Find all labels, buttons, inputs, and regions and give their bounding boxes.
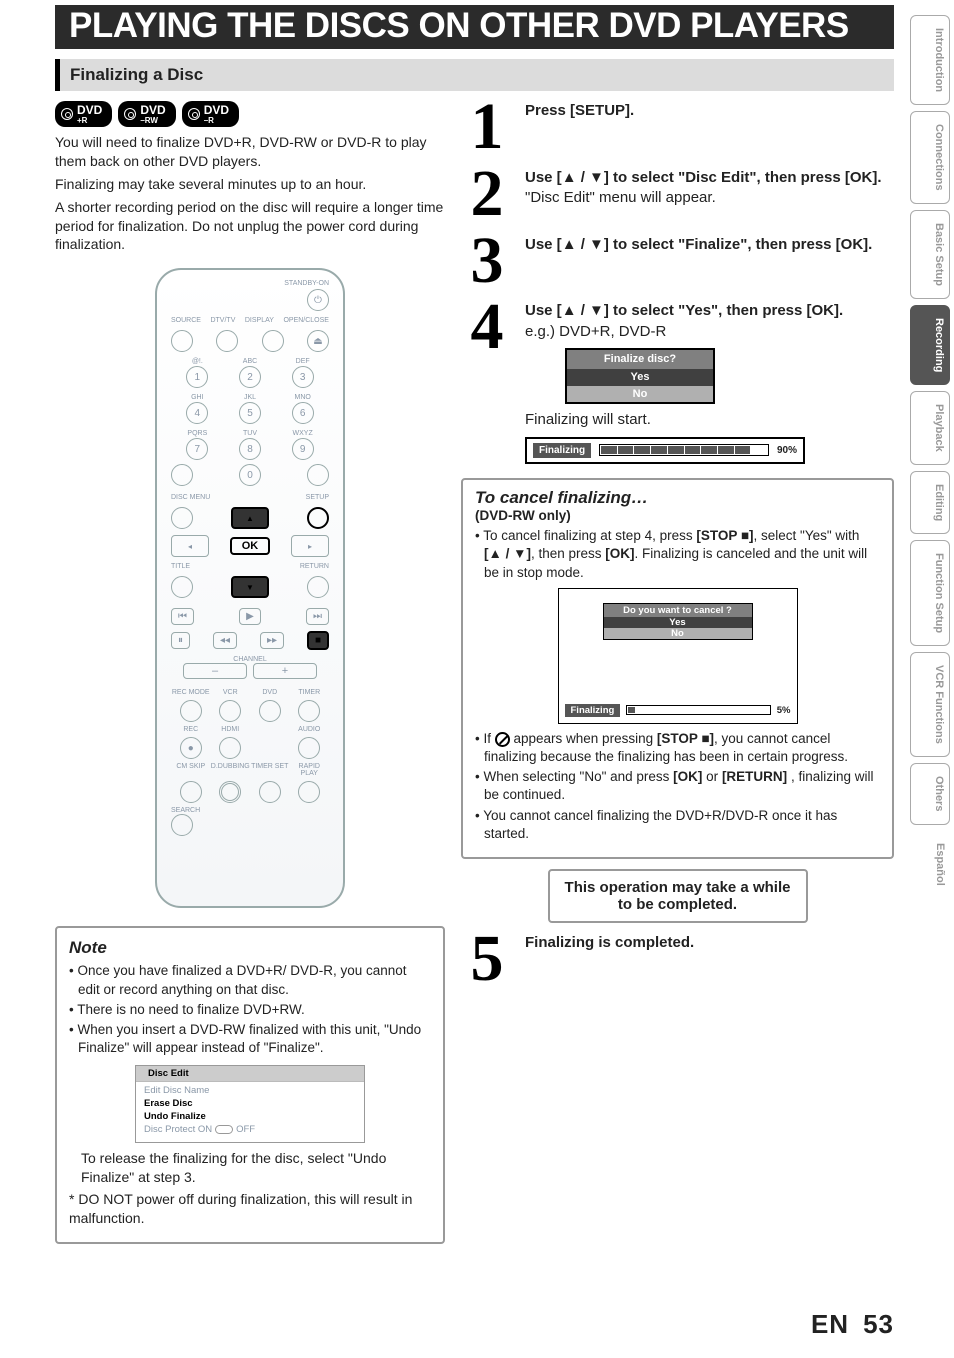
prev-icon: ⏮ <box>171 608 194 625</box>
intro-text-3: A shorter recording period on the disc w… <box>55 198 445 255</box>
step-number: 1 <box>461 101 513 154</box>
note-box: Note Once you have finalized a DVD+R/ DV… <box>55 926 445 1244</box>
finalize-dialog: Finalize disc? Yes No <box>565 348 715 405</box>
tab-vcr-functions[interactable]: VCR Functions <box>910 652 950 757</box>
remote-control-graphic: STANDBY-ON ⏻ SOURCE DTV/TV DISPLAY OPEN/… <box>155 268 345 908</box>
record-icon: ● <box>180 737 202 759</box>
eject-icon: ⏏ <box>307 330 329 352</box>
cancel-title: To cancel finalizing… <box>475 488 880 508</box>
step-5: 5 Finalizing is completed. <box>461 933 894 986</box>
note-after-2: * DO NOT power off during finalization, … <box>69 1190 431 1228</box>
step-number: 2 <box>461 168 513 221</box>
next-icon: ⏭ <box>306 608 329 625</box>
cancel-dialog: Do you want to cancel ? Yes No Finalizin… <box>558 588 798 724</box>
note-after-1: To release the finalizing for the disc, … <box>69 1149 431 1187</box>
disc-badge-minus-rw: DVD–RW <box>118 101 175 127</box>
disc-icon <box>188 108 200 120</box>
disc-icon <box>61 108 73 120</box>
intro-text-1: You will need to finalize DVD+R, DVD-RW … <box>55 133 445 171</box>
step-1: 1 Press [SETUP]. <box>461 101 894 154</box>
step-4: 4 Use [▲ / ▼] to select "Yes", then pres… <box>461 301 894 464</box>
disc-icon <box>124 108 136 120</box>
setup-button <box>307 507 329 529</box>
disc-edit-panel: Disc Edit Edit Disc Name Erase Disc Undo… <box>135 1065 365 1142</box>
cancel-item: If appears when pressing [STOP ■], you c… <box>475 730 880 766</box>
tab-recording[interactable]: Recording <box>910 305 950 385</box>
step-number: 4 <box>461 301 513 464</box>
disc-badge-minus-r: DVD–R <box>182 101 239 127</box>
note-item: When you insert a DVD-RW finalized with … <box>69 1021 431 1057</box>
down-arrow-icon: ▼ <box>231 576 269 598</box>
cancel-subtitle: (DVD-RW only) <box>475 508 880 523</box>
footer-page: 53 <box>863 1309 894 1340</box>
cancel-item: When selecting "No" and press [OK] or [R… <box>475 768 880 804</box>
page-footer: EN 53 <box>811 1309 894 1340</box>
left-arrow-icon: ◂ <box>171 535 209 557</box>
cancel-item: To cancel finalizing at step 4, press [S… <box>475 527 880 582</box>
stop-icon: ■ <box>307 631 329 650</box>
up-arrow-icon: ▲ <box>231 507 269 529</box>
step-3: 3 Use [▲ / ▼] to select "Finalize", then… <box>461 235 894 288</box>
side-tabs: Introduction Connections Basic Setup Rec… <box>910 15 950 897</box>
tab-function-setup[interactable]: Function Setup <box>910 540 950 646</box>
rew-icon: ◂◂ <box>213 632 237 649</box>
tab-espanol[interactable]: Español <box>910 831 950 898</box>
play-icon: ▶ <box>239 608 261 625</box>
disc-badges: DVD+R DVD–RW DVD–R <box>55 101 445 127</box>
step-number: 5 <box>461 933 513 986</box>
ok-button: OK <box>230 537 271 555</box>
prohibited-icon <box>495 732 510 747</box>
page-title: PLAYING THE DISCS ON OTHER DVD PLAYERS <box>55 5 894 49</box>
ff-icon: ▸▸ <box>260 632 284 649</box>
note-title: Note <box>69 938 431 958</box>
section-header: Finalizing a Disc <box>55 59 894 91</box>
note-item: There is no need to finalize DVD+RW. <box>69 1001 431 1019</box>
cancel-box: To cancel finalizing… (DVD-RW only) To c… <box>461 478 894 859</box>
right-arrow-icon: ▸ <box>291 535 329 557</box>
standby-label: STANDBY-ON <box>171 280 329 287</box>
power-icon: ⏻ <box>307 289 329 311</box>
footer-lang: EN <box>811 1309 849 1340</box>
tab-others[interactable]: Others <box>910 763 950 824</box>
step-number: 3 <box>461 235 513 288</box>
step-2: 2 Use [▲ / ▼] to select "Disc Edit", the… <box>461 168 894 221</box>
note-item: Once you have finalized a DVD+R/ DVD-R, … <box>69 962 431 998</box>
progress-bar: Finalizing 90% <box>525 437 805 465</box>
callout: This operation may take a while to be co… <box>548 869 808 923</box>
tab-editing[interactable]: Editing <box>910 471 950 534</box>
intro-text-2: Finalizing may take several minutes up t… <box>55 175 445 194</box>
pause-icon: ⏸ <box>171 632 190 649</box>
tab-connections[interactable]: Connections <box>910 111 950 204</box>
tab-playback[interactable]: Playback <box>910 391 950 465</box>
disc-badge-plus-r: DVD+R <box>55 101 112 127</box>
tab-introduction[interactable]: Introduction <box>910 15 950 105</box>
cancel-item: You cannot cancel finalizing the DVD+R/D… <box>475 807 880 843</box>
tab-basic-setup[interactable]: Basic Setup <box>910 210 950 299</box>
